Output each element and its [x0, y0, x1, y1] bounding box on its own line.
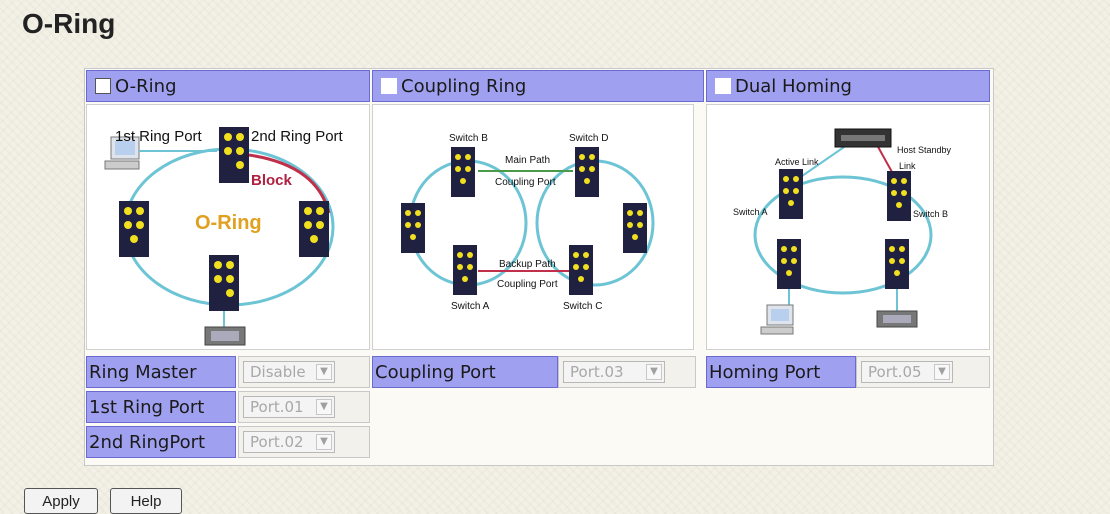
apply-button[interactable]: Apply [24, 488, 98, 514]
switch-b-label: Switch B [913, 209, 948, 219]
switch-icon [887, 171, 911, 221]
coupling-ring-header: Coupling Ring [372, 70, 704, 102]
server-icon [204, 326, 246, 346]
oring-checkbox[interactable] [95, 78, 111, 94]
switch-d-label: Switch D [569, 133, 608, 144]
page-title: O-Ring [22, 8, 116, 39]
oring-center-label: O-Ring [195, 212, 262, 234]
ring-master-cell: Disable ▼ [238, 356, 370, 388]
switch-icon [119, 201, 149, 257]
switch-icon [453, 245, 477, 295]
second-ring-port-row-label: 2nd RingPort [86, 426, 236, 458]
second-ring-port-select[interactable]: Port.02 ▼ [243, 431, 335, 453]
switch-icon [569, 245, 593, 295]
coupling-port-top-label: Coupling Port [495, 177, 556, 188]
coupling-ring-header-label: Coupling Ring [401, 75, 527, 97]
homing-port-cell: Port.05 ▼ [856, 356, 990, 388]
coupling-port-label: Coupling Port [372, 356, 558, 388]
homing-port-select[interactable]: Port.05 ▼ [861, 361, 953, 383]
switch-icon [451, 147, 475, 197]
hub-icon [834, 128, 892, 148]
ring-master-select[interactable]: Disable ▼ [243, 361, 335, 383]
homing-port-label: Homing Port [706, 356, 856, 388]
dual-homing-header-label: Dual Homing [735, 75, 852, 97]
switch-b-label: Switch B [449, 133, 488, 144]
chevron-down-icon: ▼ [316, 434, 332, 450]
homing-port-value: Port.05 [868, 363, 922, 381]
second-ring-port-label: 2nd Ring Port [251, 128, 344, 145]
ring-master-label: Ring Master [86, 356, 236, 388]
switch-icon [401, 203, 425, 253]
block-label: Block [251, 172, 293, 189]
host-standby-label: Host Standby [897, 145, 952, 155]
chevron-down-icon: ▼ [316, 399, 332, 415]
first-ring-port-label: 1st Ring Port [115, 128, 203, 145]
switch-icon [299, 201, 329, 257]
link-label: Link [899, 161, 916, 171]
second-ring-port-cell: Port.02 ▼ [238, 426, 370, 458]
switch-icon [209, 255, 239, 311]
backup-path-label: Backup Path [499, 259, 556, 270]
second-ring-port-value: Port.02 [250, 433, 304, 451]
switch-icon [575, 147, 599, 197]
dual-homing-diagram: Host Standby Link Active Link Switch A S… [706, 104, 990, 350]
first-ring-port-select[interactable]: Port.01 ▼ [243, 396, 335, 418]
first-ring-port-value: Port.01 [250, 398, 304, 416]
active-link-label: Active Link [775, 157, 819, 167]
dual-homing-checkbox[interactable] [715, 78, 731, 94]
switch-icon [623, 203, 647, 253]
help-button[interactable]: Help [110, 488, 182, 514]
switch-c-label: Switch C [563, 301, 602, 312]
switch-icon [885, 239, 909, 289]
main-path-label: Main Path [505, 155, 550, 166]
coupling-ring-checkbox[interactable] [381, 78, 397, 94]
coupling-port-select[interactable]: Port.03 ▼ [563, 361, 665, 383]
first-ring-port-cell: Port.01 ▼ [238, 391, 370, 423]
switch-icon [777, 239, 801, 289]
chevron-down-icon: ▼ [934, 364, 950, 380]
pc-icon [760, 304, 794, 335]
oring-header-label: O-Ring [115, 75, 177, 97]
coupling-port-cell: Port.03 ▼ [558, 356, 696, 388]
oring-diagram: 1st Ring Port 2nd Ring Port Block O-Ring [86, 104, 370, 350]
coupling-port-bottom-label: Coupling Port [497, 279, 558, 290]
switch-a-label: Switch A [451, 301, 490, 312]
switch-a-label: Switch A [733, 207, 768, 217]
switch-icon [219, 127, 249, 183]
dual-homing-header: Dual Homing [706, 70, 990, 102]
switch-icon [779, 169, 803, 219]
chevron-down-icon: ▼ [316, 364, 332, 380]
ring-master-value: Disable [250, 363, 306, 381]
first-ring-port-row-label: 1st Ring Port [86, 391, 236, 423]
coupling-ring-diagram: Switch B Switch D Main Path Coupling Por… [372, 104, 694, 350]
server-icon [876, 310, 918, 328]
chevron-down-icon: ▼ [646, 364, 662, 380]
oring-header: O-Ring [86, 70, 370, 102]
coupling-port-value: Port.03 [570, 363, 624, 381]
